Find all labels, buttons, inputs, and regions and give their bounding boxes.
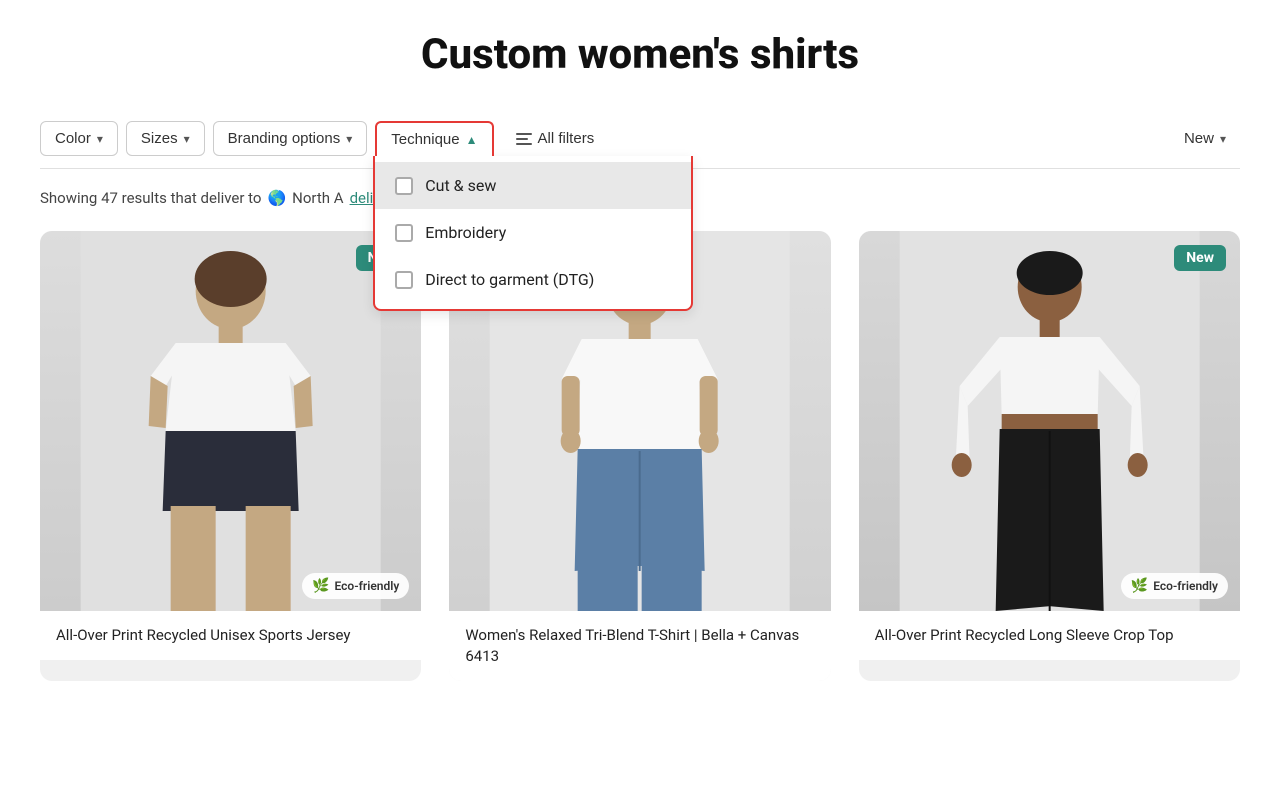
new-sort-chevron-down-icon: ▾ <box>1220 132 1226 146</box>
product-info-1: All-Over Print Recycled Unisex Sports Je… <box>40 611 421 660</box>
filter-bar: Color ▾ Sizes ▾ Branding options ▾ Techn… <box>40 109 1240 169</box>
branding-chevron-down-icon: ▾ <box>346 132 352 146</box>
product-image-1: New <box>40 231 421 611</box>
sizes-chevron-down-icon: ▾ <box>184 132 190 146</box>
product-card-1[interactable]: New <box>40 231 421 681</box>
product-name-3: All-Over Print Recycled Long Sleeve Crop… <box>875 625 1224 646</box>
technique-dropdown-menu: Cut & sew Embroidery Direct to garment (… <box>373 156 693 311</box>
product-name-1: All-Over Print Recycled Unisex Sports Je… <box>56 625 405 646</box>
technique-filter-label: Technique <box>391 131 459 148</box>
embroidery-checkbox[interactable] <box>395 224 413 242</box>
technique-option-cut-sew[interactable]: Cut & sew <box>375 162 691 209</box>
technique-option-embroidery[interactable]: Embroidery <box>375 209 691 256</box>
leaf-icon-1: 🌿 <box>312 578 329 594</box>
new-sort-button[interactable]: New ▾ <box>1170 122 1240 155</box>
sizes-filter-label: Sizes <box>141 130 178 147</box>
page-title: Custom women's shirts <box>40 30 1240 79</box>
eco-label-1: Eco-friendly <box>335 579 400 593</box>
color-filter-button[interactable]: Color ▾ <box>40 121 118 156</box>
product-card-3[interactable]: New <box>859 231 1240 681</box>
cut-sew-checkbox[interactable] <box>395 177 413 195</box>
branding-filter-button[interactable]: Branding options ▾ <box>213 121 368 156</box>
branding-filter-label: Branding options <box>228 130 341 147</box>
all-filters-button[interactable]: All filters <box>502 122 609 155</box>
embroidery-label: Embroidery <box>425 223 506 242</box>
new-sort-label: New <box>1184 130 1214 147</box>
leaf-icon-3: 🌿 <box>1131 578 1148 594</box>
eco-badge-1: 🌿 Eco-friendly <box>302 573 409 599</box>
technique-filter-wrapper: Technique ▲ Cut & sew Embroidery Di <box>375 121 493 156</box>
all-filters-label: All filters <box>538 130 595 147</box>
sizes-filter-button[interactable]: Sizes ▾ <box>126 121 205 156</box>
product-name-2: Women's Relaxed Tri-Blend T-Shirt | Bell… <box>465 625 814 667</box>
cut-sew-label: Cut & sew <box>425 176 496 195</box>
results-count-text: Showing 47 results that deliver to <box>40 189 261 207</box>
product-badge-3: New <box>1174 245 1226 271</box>
eco-badge-3: 🌿 Eco-friendly <box>1121 573 1228 599</box>
product-info-3: All-Over Print Recycled Long Sleeve Crop… <box>859 611 1240 660</box>
technique-chevron-up-icon: ▲ <box>466 133 478 147</box>
filter-lines-icon <box>516 133 532 145</box>
eco-label-3: Eco-friendly <box>1153 579 1218 593</box>
globe-icon: 🌎 <box>267 189 286 207</box>
dtg-label: Direct to garment (DTG) <box>425 270 594 289</box>
product-image-3: New <box>859 231 1240 611</box>
region-text: North A <box>292 189 343 207</box>
product-info-2: Women's Relaxed Tri-Blend T-Shirt | Bell… <box>449 611 830 681</box>
technique-option-dtg[interactable]: Direct to garment (DTG) <box>375 256 691 303</box>
technique-filter-button[interactable]: Technique ▲ <box>375 121 493 156</box>
color-filter-label: Color <box>55 130 91 147</box>
dtg-checkbox[interactable] <box>395 271 413 289</box>
color-chevron-down-icon: ▾ <box>97 132 103 146</box>
